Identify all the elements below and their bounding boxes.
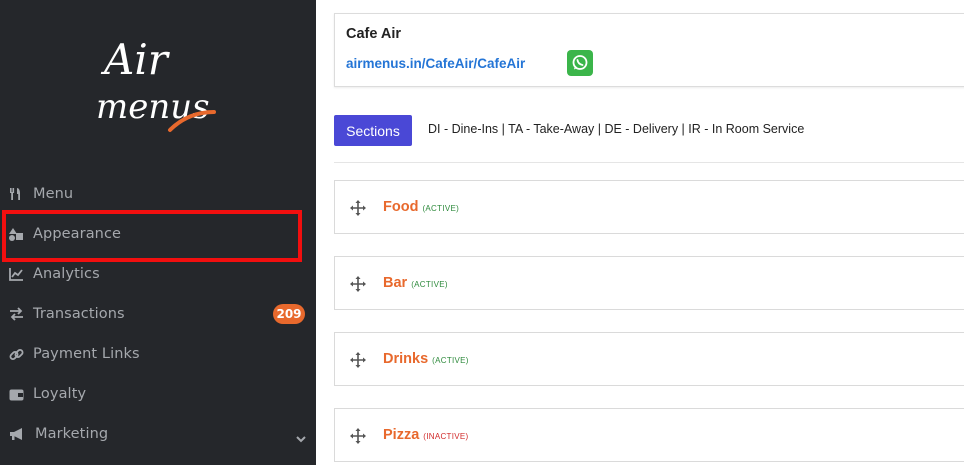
sidebar-item-payment-links[interactable]: Payment Links xyxy=(0,334,316,374)
sidebar: Air menus Menu Appearance Analytics Tran… xyxy=(0,0,316,465)
sections-button[interactable]: Sections xyxy=(334,115,412,146)
move-icon[interactable] xyxy=(350,200,366,216)
sidebar-item-marketing[interactable]: Marketing xyxy=(0,414,316,454)
section-row-drinks[interactable]: Drinks (ACTIVE) xyxy=(334,332,964,386)
main-content: Cafe Air airmenus.in/CafeAir/CafeAir Sec… xyxy=(316,0,964,465)
section-row-food[interactable]: Food (ACTIVE) xyxy=(334,180,964,234)
svg-text:menus: menus xyxy=(96,87,210,127)
transactions-count-badge: 209 xyxy=(273,304,305,324)
sidebar-item-label: Transactions xyxy=(33,306,125,322)
divider xyxy=(334,162,964,163)
sidebar-item-label: Menu xyxy=(33,186,74,202)
whatsapp-icon[interactable] xyxy=(567,50,593,76)
sidebar-item-label: Marketing xyxy=(35,426,109,442)
section-status: (ACTIVE) xyxy=(422,204,460,213)
section-name[interactable]: Food (ACTIVE) xyxy=(383,199,459,215)
wallet-icon xyxy=(8,386,24,402)
sidebar-item-label: Analytics xyxy=(33,266,100,282)
move-icon[interactable] xyxy=(350,428,366,444)
utensils-icon xyxy=(8,186,24,202)
sidebar-item-loyalty[interactable]: Loyalty xyxy=(0,374,316,414)
section-name[interactable]: Pizza (INACTIVE) xyxy=(383,427,469,443)
sidebar-item-label: Loyalty xyxy=(33,386,87,402)
chevron-down-icon[interactable] xyxy=(296,428,306,447)
section-status: (ACTIVE) xyxy=(432,356,469,365)
airmenus-logo[interactable]: Air menus xyxy=(92,26,224,138)
sidebar-item-menu[interactable]: Menu xyxy=(0,174,316,214)
svg-text:Air: Air xyxy=(100,35,171,84)
move-icon[interactable] xyxy=(350,352,366,368)
bullhorn-icon xyxy=(8,426,26,442)
sidebar-item-label: Payment Links xyxy=(33,346,140,362)
section-row-pizza[interactable]: Pizza (INACTIVE) xyxy=(334,408,964,462)
section-name[interactable]: Drinks (ACTIVE) xyxy=(383,351,469,367)
chart-line-icon xyxy=(8,266,24,282)
sidebar-item-transactions[interactable]: Transactions 209 xyxy=(0,294,316,334)
move-icon[interactable] xyxy=(350,276,366,292)
section-row-bar[interactable]: Bar (ACTIVE) xyxy=(334,256,964,310)
link-icon xyxy=(8,346,24,362)
section-name[interactable]: Bar (ACTIVE) xyxy=(383,275,448,291)
section-status: (INACTIVE) xyxy=(423,432,469,441)
cafe-menu-link[interactable]: airmenus.in/CafeAir/CafeAir xyxy=(346,56,525,71)
highlight-annotation xyxy=(2,210,302,262)
section-status: (ACTIVE) xyxy=(411,280,448,289)
exchange-icon xyxy=(8,306,24,322)
service-type-legend: DI - Dine-Ins | TA - Take-Away | DE - De… xyxy=(428,122,805,136)
cafe-info-card: Cafe Air airmenus.in/CafeAir/CafeAir xyxy=(334,13,964,87)
cafe-name: Cafe Air xyxy=(346,26,402,42)
